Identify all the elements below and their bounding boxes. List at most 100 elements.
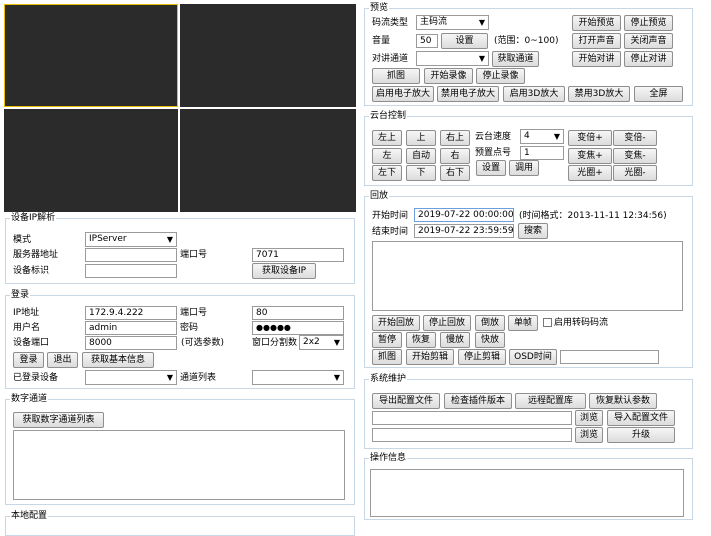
stop-talk-button[interactable]: 停止对讲 — [624, 51, 673, 67]
digital-channel-list[interactable] — [13, 430, 345, 500]
capture-button[interactable]: 抓图 — [372, 68, 420, 84]
import-config-button[interactable]: 导入配置文件 — [607, 410, 675, 426]
chevron-down-icon: ▼ — [166, 235, 173, 244]
talk-channel-select[interactable]: ▼ — [416, 51, 489, 66]
restore-default-button[interactable]: 恢复默认参数 — [589, 393, 657, 409]
stop-clip-button[interactable]: 停止剪辑 — [458, 349, 506, 365]
zoom-in-button[interactable]: 变倍+ — [568, 130, 612, 146]
stop-record-button[interactable]: 停止录像 — [476, 68, 525, 84]
mode-select[interactable]: IPServer ▼ — [85, 232, 177, 247]
preset-label: 预置点号 — [475, 148, 512, 158]
ptz-up-button[interactable]: 上 — [406, 130, 436, 146]
get-channel-button[interactable]: 获取通道 — [492, 51, 539, 67]
disable-3d-zoom-button[interactable]: 禁用3D放大 — [568, 86, 630, 102]
end-time-label: 结束时间 — [372, 227, 409, 237]
transcode-checkbox[interactable] — [543, 318, 552, 327]
get-device-ip-button[interactable]: 获取设备IP — [252, 263, 316, 279]
ops-info-log[interactable] — [370, 469, 684, 517]
remote-config-button[interactable]: 远程配置库 — [515, 393, 586, 409]
device-port-input-2[interactable]: 8000 — [85, 336, 177, 350]
device-id-input[interactable] — [85, 264, 177, 278]
ptz-left-button[interactable]: 左 — [372, 148, 402, 164]
start-time-input[interactable]: 2019-07-22 00:00:00 — [414, 208, 514, 222]
channel-list-select[interactable]: ▼ — [252, 370, 344, 385]
end-time-input[interactable]: 2019-07-22 23:59:59 — [414, 224, 514, 238]
chevron-down-icon: ▼ — [478, 54, 485, 63]
ptz-up-right-button[interactable]: 右上 — [440, 130, 470, 146]
ptz-down-right-button[interactable]: 右下 — [440, 165, 470, 181]
focus-out-button[interactable]: 变焦- — [613, 148, 657, 164]
transcode-label: 启用转码码流 — [554, 318, 609, 328]
iris-out-button[interactable]: 光圈- — [613, 165, 657, 181]
browse-upgrade-button[interactable]: 浏览 — [575, 427, 603, 443]
ptz-right-button[interactable]: 右 — [440, 148, 470, 164]
start-clip-button[interactable]: 开始剪辑 — [406, 349, 454, 365]
search-button[interactable]: 搜索 — [518, 223, 548, 239]
video-window-3[interactable] — [4, 109, 178, 212]
ptz-down-button[interactable]: 下 — [406, 165, 436, 181]
split-label: 窗口分割数 — [252, 338, 298, 348]
reverse-playback-button[interactable]: 倒放 — [475, 315, 505, 331]
device-port-input[interactable]: 7071 — [252, 248, 344, 262]
import-path-input[interactable] — [372, 411, 572, 425]
stop-preview-button[interactable]: 停止预览 — [624, 15, 673, 31]
preview-title: 预览 — [369, 2, 390, 14]
start-record-button[interactable]: 开始录像 — [424, 68, 473, 84]
pause-button[interactable]: 暂停 — [372, 332, 402, 348]
playback-file-list[interactable] — [372, 241, 683, 311]
logout-button[interactable]: 退出 — [47, 352, 78, 368]
stream-type-select[interactable]: 主码流 ▼ — [416, 15, 489, 30]
preset-set-button[interactable]: 设置 — [476, 160, 506, 176]
volume-input[interactable]: 50 — [416, 34, 438, 48]
stop-playback-button[interactable]: 停止回放 — [423, 315, 471, 331]
fullscreen-button[interactable]: 全屏 — [634, 86, 683, 102]
volume-label: 音量 — [372, 36, 391, 46]
check-plugin-button[interactable]: 检查插件版本 — [444, 393, 512, 409]
video-window-1[interactable] — [4, 4, 178, 107]
ops-info-title: 操作信息 — [369, 452, 408, 464]
focus-in-button[interactable]: 变焦+ — [568, 148, 612, 164]
get-digital-channel-list-button[interactable]: 获取数字通道列表 — [13, 412, 104, 428]
zoom-out-button[interactable]: 变倍- — [613, 130, 657, 146]
enable-ezoom-button[interactable]: 启用电子放大 — [372, 86, 434, 102]
preset-input[interactable]: 1 — [520, 146, 564, 160]
split-select[interactable]: 2x2 ▼ — [299, 335, 344, 350]
fast-play-button[interactable]: 快放 — [475, 332, 505, 348]
ptz-down-left-button[interactable]: 左下 — [372, 165, 402, 181]
disable-ezoom-button[interactable]: 禁用电子放大 — [437, 86, 499, 102]
start-talk-button[interactable]: 开始对讲 — [572, 51, 621, 67]
get-basic-info-button[interactable]: 获取基本信息 — [82, 352, 154, 368]
video-window-4[interactable] — [180, 109, 356, 212]
close-sound-button[interactable]: 关闭声音 — [624, 33, 673, 49]
slow-play-button[interactable]: 慢放 — [440, 332, 470, 348]
password-input[interactable]: ●●●●● — [252, 321, 344, 335]
volume-range-note: (范围：0~100) — [494, 36, 559, 46]
volume-set-button[interactable]: 设置 — [441, 33, 488, 49]
logged-devices-select[interactable]: ▼ — [85, 370, 177, 385]
ptz-speed-select[interactable]: 4 ▼ — [520, 129, 564, 144]
single-frame-button[interactable]: 单帧 — [508, 315, 538, 331]
osd-time-button[interactable]: OSD时间 — [509, 349, 557, 365]
enable-3d-zoom-button[interactable]: 启用3D放大 — [503, 86, 565, 102]
playback-capture-button[interactable]: 抓图 — [372, 349, 402, 365]
preset-call-button[interactable]: 调用 — [509, 160, 539, 176]
ip-input[interactable]: 172.9.4.222 — [85, 306, 177, 320]
ptz-up-left-button[interactable]: 左上 — [372, 130, 402, 146]
export-config-button[interactable]: 导出配置文件 — [372, 393, 440, 409]
start-playback-button[interactable]: 开始回放 — [372, 315, 420, 331]
iris-in-button[interactable]: 光圈+ — [568, 165, 612, 181]
chevron-down-icon: ▼ — [478, 18, 485, 27]
username-input[interactable]: admin — [85, 321, 177, 335]
video-window-2[interactable] — [180, 4, 356, 107]
login-button[interactable]: 登录 — [13, 352, 44, 368]
ptz-auto-button[interactable]: 自动 — [406, 148, 436, 164]
login-port-input[interactable]: 80 — [252, 306, 344, 320]
upgrade-button[interactable]: 升级 — [607, 427, 675, 443]
resume-button[interactable]: 恢复 — [406, 332, 436, 348]
browse-import-button[interactable]: 浏览 — [575, 410, 603, 426]
upgrade-path-input[interactable] — [372, 428, 572, 442]
start-preview-button[interactable]: 开始预览 — [572, 15, 621, 31]
server-addr-input[interactable] — [85, 248, 177, 262]
osd-time-input[interactable] — [560, 350, 659, 364]
open-sound-button[interactable]: 打开声音 — [572, 33, 621, 49]
